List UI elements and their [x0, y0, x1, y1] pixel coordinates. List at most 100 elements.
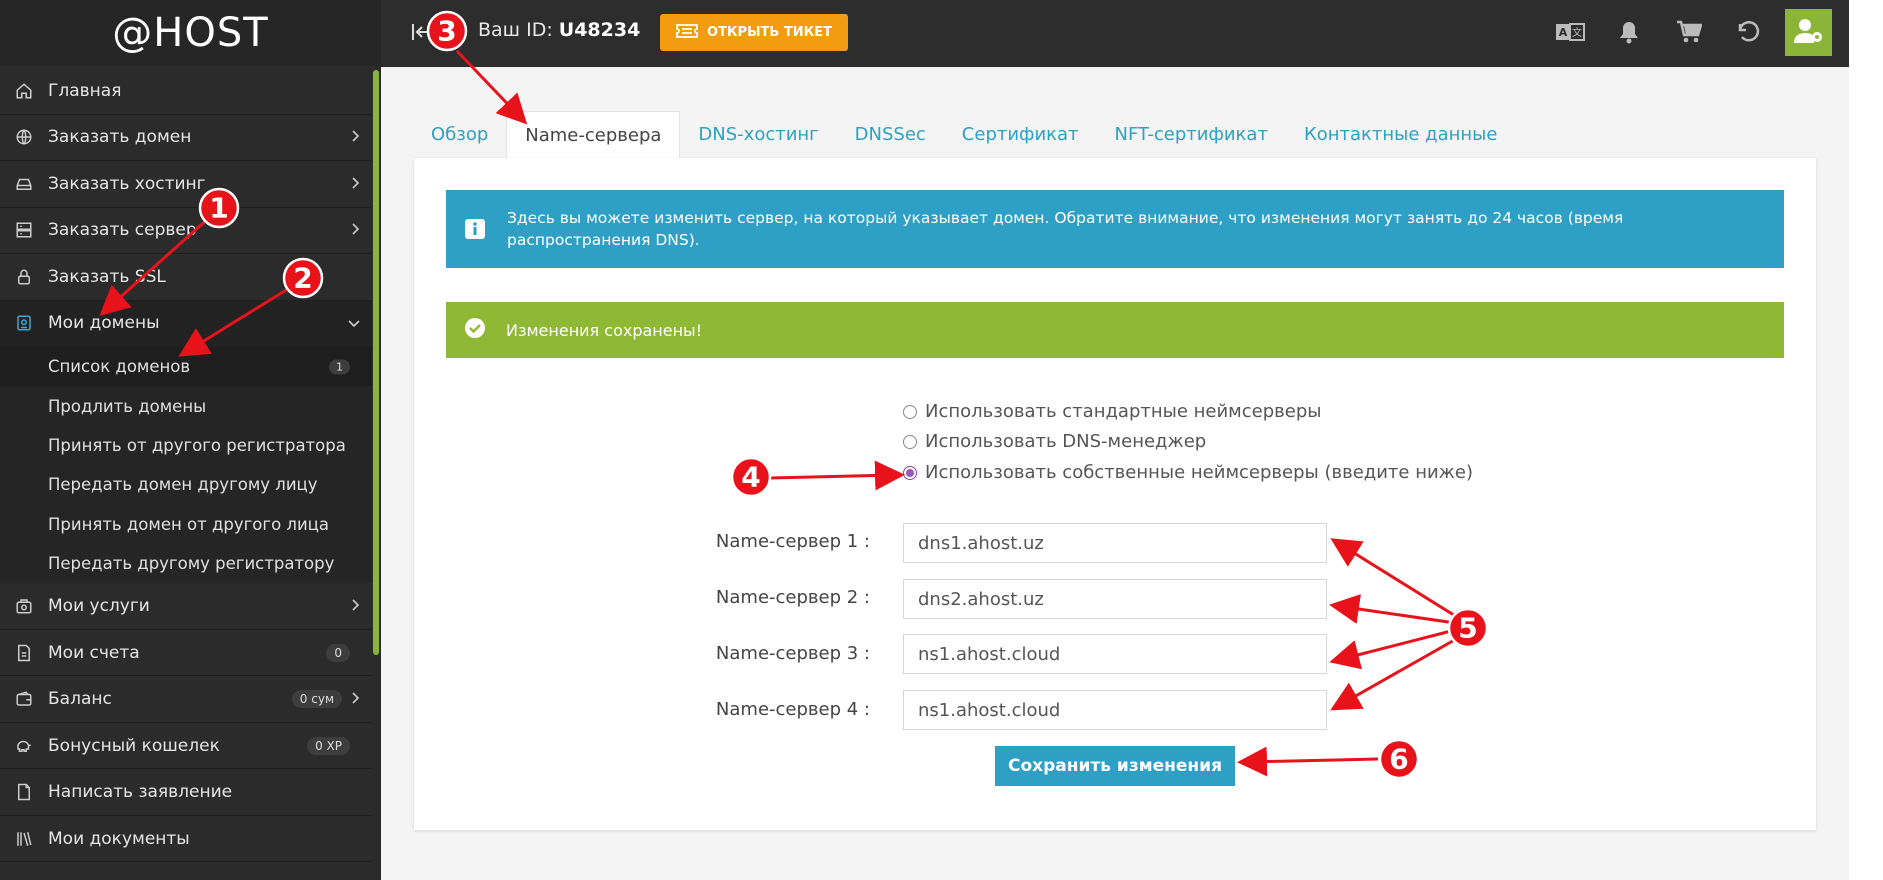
sidebar-item-label: Баланс — [48, 689, 112, 710]
bell-icon[interactable] — [1613, 16, 1645, 48]
tab-certificate[interactable]: Сертификат — [944, 111, 1097, 158]
collapse-sidebar-icon[interactable] — [409, 20, 433, 48]
server-icon — [13, 219, 35, 241]
radio-dns-manager[interactable]: Использовать DNS-менеджер — [903, 431, 1206, 452]
sidebar-item-label: Мои домены — [48, 313, 160, 334]
sidebar-item-label: Мои документы — [48, 828, 190, 849]
tab-nft-certificate[interactable]: NFT-сертификат — [1097, 111, 1286, 158]
user-id-value: U48234 — [558, 19, 641, 41]
sidebar-subitem-accept-domain[interactable]: Принять домен от другого лица — [0, 505, 372, 544]
tab-dnssec[interactable]: DNSSec — [837, 111, 944, 158]
nameserver-1-input[interactable] — [903, 523, 1327, 563]
sidebar-item-my-services[interactable]: Мои услуги — [0, 583, 372, 630]
sidebar: @HOST Главная Заказать домен Заказать хо… — [0, 0, 381, 880]
user-settings-button[interactable] — [1785, 9, 1832, 56]
chevron-down-icon — [348, 313, 360, 333]
nameserver-4-label: Name-сервер 4 : — [715, 699, 870, 720]
sidebar-item-home[interactable]: Главная — [0, 68, 372, 115]
sidebar-scrollbar[interactable] — [373, 70, 379, 655]
user-id-label: Ваш ID: — [478, 19, 559, 41]
sidebar-item-write-request[interactable]: Написать заявление — [0, 769, 372, 816]
sidebar-item-my-documents[interactable]: Мои документы — [0, 816, 372, 863]
open-ticket-button[interactable]: ОТКРЫТЬ ТИКЕТ — [660, 14, 848, 51]
radio-default-nameservers[interactable]: Использовать стандартные неймсерверы — [903, 401, 1321, 422]
sidebar-item-label: Мои счета — [48, 642, 140, 663]
sidebar-item-order-ssl[interactable]: Заказать SSL — [0, 254, 372, 301]
sidebar-subitem-renew-domains[interactable]: Продлить домены — [0, 386, 372, 425]
success-alert: Изменения сохранены! — [446, 302, 1784, 358]
cart-icon[interactable] — [1673, 16, 1705, 48]
chevron-right-icon — [350, 174, 360, 194]
sidebar-subitem-transfer-in[interactable]: Принять от другого регистратора — [0, 426, 372, 465]
globe-icon — [13, 126, 35, 148]
nameserver-1-label: Name-сервер 1 : — [715, 531, 870, 552]
radio-label: Использовать собственные неймсерверы (вв… — [925, 462, 1473, 483]
sidebar-item-label: Написать заявление — [48, 782, 233, 803]
sidebar-item-label: Заказать домен — [48, 127, 192, 148]
balance-badge: 0 сум — [291, 690, 342, 709]
check-circle-icon — [464, 317, 486, 343]
info-alert-text: Здесь вы можете изменить сервер, на кото… — [507, 209, 1624, 249]
sidebar-item-my-invoices[interactable]: Мои счета 0 — [0, 630, 372, 677]
nameserver-4-input[interactable] — [903, 690, 1327, 730]
chevron-right-icon — [350, 220, 360, 240]
tab-contact-data[interactable]: Контактные данные — [1286, 111, 1516, 158]
translate-icon[interactable]: A文 — [1555, 16, 1587, 48]
services-icon — [13, 595, 35, 617]
sidebar-subitem-transfer-out[interactable]: Передать другому регистратору — [0, 544, 372, 583]
wallet-icon — [13, 688, 35, 710]
radio-label: Использовать стандартные неймсерверы — [925, 401, 1322, 422]
sidebar-subitem-label: Передать другому регистратору — [48, 554, 335, 574]
nameserver-3-label: Name-сервер 3 : — [715, 643, 870, 664]
books-icon — [13, 828, 35, 850]
radio-custom-nameservers[interactable]: Использовать собственные неймсерверы (вв… — [903, 462, 1473, 483]
sidebar-subitem-give-domain[interactable]: Передать домен другому лицу — [0, 465, 372, 504]
svg-text:文: 文 — [1572, 26, 1582, 39]
home-icon — [13, 80, 35, 102]
radio-button-checked[interactable] — [903, 465, 917, 480]
sidebar-item-balance[interactable]: Баланс 0 сум — [0, 676, 372, 723]
success-alert-text: Изменения сохранены! — [506, 320, 703, 340]
open-ticket-label: ОТКРЫТЬ ТИКЕТ — [707, 25, 832, 40]
sidebar-subitem-label: Передать домен другому лицу — [48, 475, 318, 495]
chevron-right-icon — [350, 596, 360, 616]
user-id: Ваш ID: U48234 — [478, 19, 640, 41]
logo[interactable]: @HOST — [0, 0, 381, 66]
tab-nameservers[interactable]: Name-сервера — [506, 111, 681, 158]
nameserver-3-input[interactable] — [903, 634, 1327, 674]
sidebar-item-label: Заказать SSL — [48, 266, 166, 287]
chevron-right-icon — [350, 127, 360, 147]
info-alert: Здесь вы можете изменить сервер, на кото… — [446, 190, 1784, 268]
sidebar-item-label: Заказать сервер — [48, 220, 197, 241]
domain-tabs: Обзор Name-сервера DNS-хостинг DNSSec Се… — [413, 111, 1515, 158]
radio-button[interactable] — [903, 434, 917, 449]
count-badge: 1 — [329, 359, 350, 375]
radio-button[interactable] — [903, 404, 917, 419]
sidebar-subitem-label: Принять домен от другого лица — [48, 514, 330, 534]
sidebar-item-bonus-wallet[interactable]: Бонусный кошелек 0 ХР — [0, 723, 372, 770]
tab-dns-hosting[interactable]: DNS-хостинг — [680, 111, 836, 158]
info-icon — [464, 218, 486, 240]
sidebar-subitem-domain-list[interactable]: Список доменов 1 — [0, 347, 372, 387]
sidebar-subitem-label: Список доменов — [48, 357, 191, 377]
save-changes-button[interactable]: Сохранить изменения — [995, 746, 1235, 786]
bonus-badge: 0 ХР — [307, 736, 350, 755]
nameserver-2-input[interactable] — [903, 579, 1327, 619]
document-icon — [13, 781, 35, 803]
sidebar-item-my-domains[interactable]: Мои домены — [0, 300, 372, 347]
count-badge: 0 — [326, 643, 350, 662]
page-edge — [1849, 0, 1883, 880]
undo-icon[interactable] — [1732, 16, 1764, 48]
hard-drive-icon — [13, 173, 35, 195]
chevron-right-icon — [350, 689, 360, 709]
domain-book-icon — [13, 312, 35, 334]
sidebar-item-label: Главная — [48, 80, 122, 101]
sidebar-item-order-domain[interactable]: Заказать домен — [0, 115, 372, 161]
sidebar-item-order-hosting[interactable]: Заказать хостинг — [0, 161, 372, 208]
tab-overview[interactable]: Обзор — [413, 111, 506, 158]
invoice-icon — [13, 642, 35, 664]
topbar: Ваш ID: U48234 ОТКРЫТЬ ТИКЕТ A文 — [381, 0, 1849, 67]
sidebar-item-order-server[interactable]: Заказать сервер — [0, 208, 372, 254]
sidebar-nav: Главная Заказать домен Заказать хостинг … — [0, 68, 372, 863]
sidebar-item-label: Мои услуги — [48, 596, 150, 617]
